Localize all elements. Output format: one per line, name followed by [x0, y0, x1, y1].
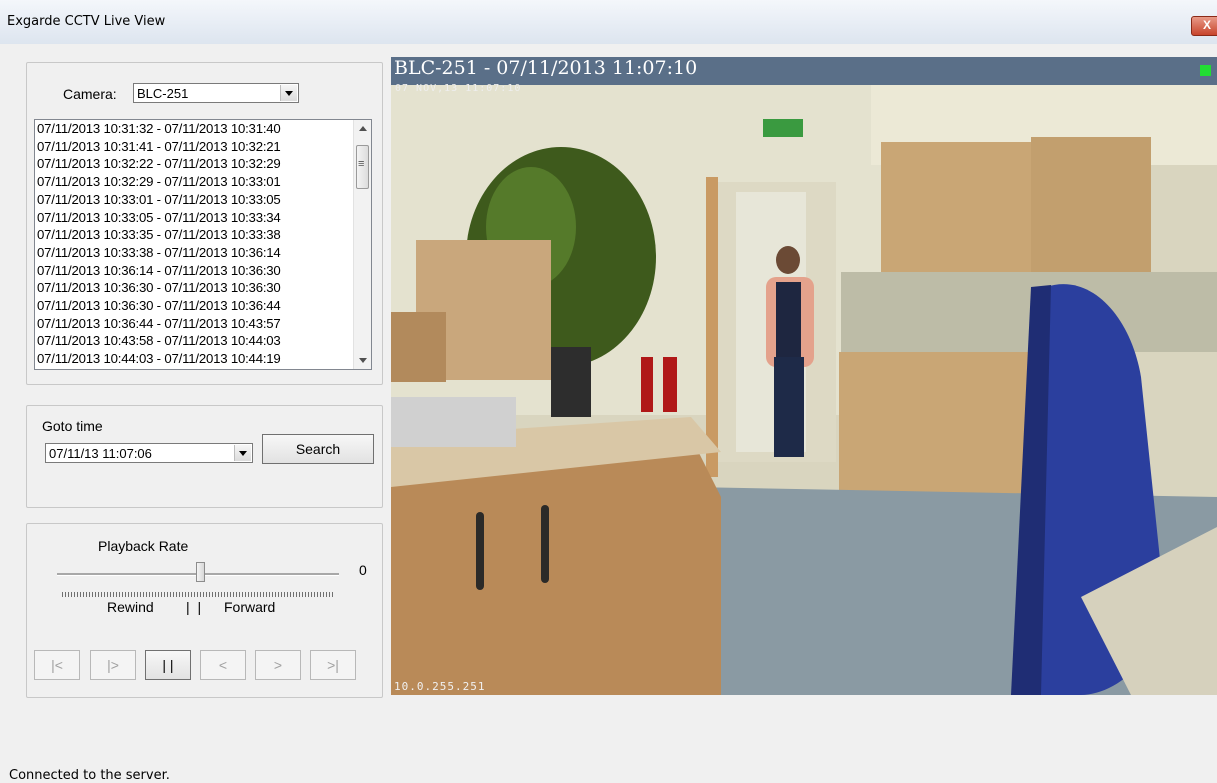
recording-list-item[interactable]: 07/11/2013 10:36:30 - 07/11/2013 10:36:4… — [37, 298, 281, 314]
playback-rate-slider[interactable] — [196, 562, 205, 582]
status-indicator-icon — [1200, 65, 1211, 76]
recordings-list[interactable]: 07/11/2013 10:31:32 - 07/11/2013 10:31:4… — [34, 119, 372, 370]
step-back-button[interactable]: < — [200, 650, 246, 680]
first-frame-button[interactable]: |< — [34, 650, 80, 680]
scroll-down-icon[interactable] — [354, 352, 371, 369]
video-header-title: BLC-251 - 07/11/2013 11:07:10 — [394, 57, 698, 79]
recording-list-item[interactable]: 07/11/2013 10:32:29 - 07/11/2013 10:33:0… — [37, 174, 281, 190]
recording-list-item[interactable]: 07/11/2013 10:31:32 - 07/11/2013 10:31:4… — [37, 121, 281, 137]
skip-end-icon: >| — [327, 657, 339, 673]
pause-button[interactable]: | | — [145, 650, 191, 680]
scroll-up-icon[interactable] — [354, 120, 371, 137]
skip-start-icon: |< — [51, 657, 63, 673]
close-icon: X — [1202, 18, 1211, 32]
step-forward-icon: > — [273, 657, 283, 673]
play-button[interactable]: |> — [90, 650, 136, 680]
camera-feed-image — [391, 57, 1217, 695]
recording-list-item[interactable]: 07/11/2013 10:33:01 - 07/11/2013 10:33:0… — [37, 192, 281, 208]
camera-select[interactable]: BLC-251 — [133, 83, 299, 103]
recording-list-item[interactable]: 07/11/2013 10:32:22 - 07/11/2013 10:32:2… — [37, 156, 281, 172]
search-button[interactable]: Search — [262, 434, 374, 464]
play-icon: |> — [107, 657, 119, 673]
recording-list-item[interactable]: 07/11/2013 10:43:58 - 07/11/2013 10:44:0… — [37, 333, 281, 349]
playback-rate-label: Playback Rate — [98, 538, 189, 554]
camera-video-view[interactable]: BLC-251 - 07/11/2013 11:07:10 07 NOV,13 … — [391, 57, 1217, 695]
recording-list-item[interactable]: 07/11/2013 10:33:05 - 07/11/2013 10:33:3… — [37, 210, 281, 226]
chevron-down-icon[interactable] — [280, 85, 297, 101]
recording-list-item[interactable]: 07/11/2013 10:36:30 - 07/11/2013 10:36:3… — [37, 280, 281, 296]
skip-end-button[interactable]: >| — [310, 650, 356, 680]
step-forward-button[interactable]: > — [255, 650, 301, 680]
step-back-icon: < — [218, 657, 228, 673]
goto-time-label: Goto time — [42, 418, 103, 434]
goto-time-value: 07/11/13 11:07:06 — [49, 446, 152, 461]
forward-label: Forward — [224, 599, 276, 615]
goto-time-picker[interactable]: 07/11/13 11:07:06 — [45, 443, 253, 463]
title-bar: Exgarde CCTV Live View X — [0, 0, 1217, 44]
osd-timestamp: 07 NOV,13 11:07:10 — [395, 83, 522, 94]
recording-list-item[interactable]: 07/11/2013 10:33:38 - 07/11/2013 10:36:1… — [37, 245, 281, 261]
camera-label: Camera: — [63, 86, 117, 102]
recordings-scrollbar[interactable] — [353, 120, 371, 369]
search-button-label: Search — [295, 441, 341, 457]
pause-marker: | | — [186, 599, 204, 615]
camera-select-value: BLC-251 — [137, 86, 189, 101]
recording-list-item[interactable]: 07/11/2013 10:36:44 - 07/11/2013 10:43:5… — [37, 316, 281, 332]
pause-icon: | | — [162, 657, 174, 673]
recording-list-item[interactable]: 07/11/2013 10:33:35 - 07/11/2013 10:33:3… — [37, 227, 281, 243]
status-text: Connected to the server. — [9, 768, 170, 783]
recording-list-item[interactable]: 07/11/2013 10:31:41 - 07/11/2013 10:32:2… — [37, 139, 281, 155]
playback-rate-value: 0 — [359, 562, 367, 578]
recording-list-item[interactable]: 07/11/2013 10:36:14 - 07/11/2013 10:36:3… — [37, 263, 281, 279]
rewind-label: Rewind — [107, 599, 154, 615]
scroll-thumb[interactable] — [356, 145, 369, 189]
window-title: Exgarde CCTV Live View — [7, 14, 166, 29]
playback-rate-ticks — [62, 592, 334, 597]
calendar-dropdown-icon[interactable] — [234, 445, 251, 461]
close-button[interactable]: X — [1191, 16, 1217, 36]
recording-list-item[interactable]: 07/11/2013 10:44:03 - 07/11/2013 10:44:1… — [37, 351, 281, 367]
osd-ip-address: 10.0.255.251 — [394, 680, 486, 693]
